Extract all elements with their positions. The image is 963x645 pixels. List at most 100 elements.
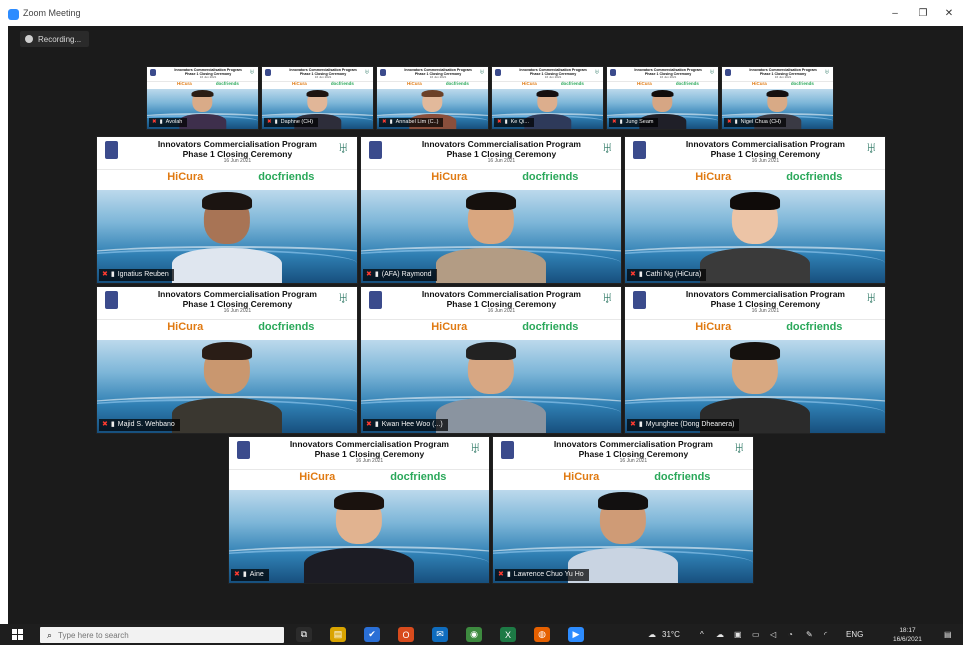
participant-video-tile[interactable]: ♅ Innovators Commercialisation Program Pha… bbox=[606, 66, 719, 130]
participant-video-tile[interactable]: ♅ Innovators Commercialisation Program Pha… bbox=[96, 286, 358, 434]
video-status-icon: ▮ bbox=[504, 119, 508, 125]
start-button[interactable] bbox=[0, 624, 34, 645]
hicura-logo: HiCura bbox=[431, 170, 468, 183]
program-emblem-icon: ♅ bbox=[824, 68, 830, 76]
minimize-button[interactable]: – bbox=[888, 8, 902, 19]
participant-name: Myunghee (Dong Dheanera) bbox=[645, 421, 735, 428]
slide-date: 16 Jun 2021 bbox=[429, 75, 447, 80]
file-explorer-icon[interactable]: ▤ bbox=[330, 627, 346, 642]
docfriends-logo: docfriends bbox=[215, 81, 239, 87]
firefox-icon[interactable]: ◍ bbox=[534, 627, 550, 642]
close-button[interactable]: ✕ bbox=[942, 8, 956, 19]
wifi-icon[interactable]: ◜ bbox=[824, 630, 827, 639]
hicura-logo: HiCura bbox=[406, 81, 422, 87]
participant-video-tile[interactable]: ♅ Innovators Commercialisation Program Pha… bbox=[721, 66, 834, 130]
tray-cloud-icon[interactable]: ☁ bbox=[716, 630, 724, 639]
participant-video-tile[interactable]: ♅ Innovators Commercialisation Program Pha… bbox=[360, 136, 622, 284]
participant-video-tile[interactable]: ♅ Innovators Commercialisation Program Pha… bbox=[360, 286, 622, 434]
organizer-logo-icon bbox=[104, 291, 118, 309]
docfriends-logo: docfriends bbox=[522, 320, 579, 333]
video-status-icon: ▮ bbox=[159, 119, 163, 125]
slide-headline: Innovators Commercialisation Program Phas… bbox=[677, 289, 854, 315]
participant-name: Ke Qi... bbox=[510, 119, 529, 125]
slide-headline: Innovators Commercialisation Program Phas… bbox=[631, 68, 704, 80]
docfriends-logo: docfriends bbox=[258, 320, 315, 333]
slide-headline: Innovators Commercialisation Program Phas… bbox=[677, 139, 854, 165]
restore-button[interactable]: ❐ bbox=[916, 8, 930, 19]
hicura-logo: HiCura bbox=[563, 470, 600, 483]
program-emblem-icon: ♅ bbox=[733, 440, 746, 458]
docfriends-logo: docfriends bbox=[522, 170, 579, 183]
program-emblem-icon: ♅ bbox=[601, 140, 614, 158]
participant-video-tile[interactable]: ♅ Innovators Commercialisation Program Pha… bbox=[492, 436, 754, 584]
participant-name: Avolah bbox=[165, 119, 183, 125]
participant-video-tile[interactable]: ♅ Innovators Commercialisation Program Pha… bbox=[376, 66, 489, 130]
participant-video bbox=[435, 335, 547, 433]
muted-mic-icon: ✖ bbox=[727, 119, 732, 125]
participant-name: Cathi Ng (HiCura) bbox=[645, 271, 702, 278]
participant-name-label: ✖ ▮ Avolah bbox=[149, 118, 188, 127]
battery-icon[interactable]: ▭ bbox=[752, 630, 760, 639]
participant-video-tile[interactable]: ♅ Innovators Commercialisation Program Pha… bbox=[624, 286, 886, 434]
task-view-icon[interactable]: ⧉ bbox=[296, 627, 312, 642]
docfriends-logo: docfriends bbox=[560, 81, 584, 87]
clock-date: 16/6/2021 bbox=[893, 636, 922, 643]
slide-date: 16 Jun 2021 bbox=[223, 308, 252, 315]
notifications-icon[interactable]: ▤ bbox=[944, 630, 952, 639]
taskbar-clock[interactable]: 18:17 16/6/2021 bbox=[893, 626, 922, 644]
windows-taskbar: ⌕ ⧉ ▤ ✔ O ✉ ◉ X ◍ ▶ ☁ 31°C ^ ☁ ▣ ▭ ◁ ◔ ✎ ◜ ENG 1… bbox=[0, 624, 963, 645]
participant-video-tile[interactable]: ♅ Innovators Commercialisation Program Pha… bbox=[228, 436, 490, 584]
participant-video-tile[interactable]: ♅ Innovators Commercialisation Program Pha… bbox=[261, 66, 374, 130]
program-emblem-icon: ♅ bbox=[337, 140, 350, 158]
slide-headline: Innovators Commercialisation Program Phas… bbox=[545, 439, 722, 465]
video-status-icon: ▮ bbox=[374, 271, 379, 278]
slide-headline: Innovators Commercialisation Program Phas… bbox=[171, 68, 244, 80]
participant-name-label: ✖ ▮ Lawrence Chuo Yu Ho bbox=[495, 569, 589, 581]
docfriends-logo: docfriends bbox=[786, 170, 843, 183]
participant-name: Lawrence Chuo Yu Ho bbox=[513, 571, 584, 578]
docfriends-logo: docfriends bbox=[790, 81, 814, 87]
tray-chevron-icon[interactable]: ^ bbox=[700, 630, 704, 639]
search-input[interactable] bbox=[58, 630, 259, 640]
participant-name-label: ✖ ▮ (AFA) Raymond bbox=[363, 269, 437, 281]
keyboard-language[interactable]: ENG bbox=[846, 630, 863, 639]
pen-icon[interactable]: ✎ bbox=[806, 630, 813, 639]
participant-video-tile[interactable]: ♅ Innovators Commercialisation Program Pha… bbox=[491, 66, 604, 130]
taskbar-search[interactable]: ⌕ bbox=[40, 627, 284, 643]
weather-temp[interactable]: 31°C bbox=[662, 630, 680, 639]
chrome-icon[interactable]: ◉ bbox=[466, 627, 482, 642]
slide-date: 16 Jun 2021 bbox=[355, 458, 384, 465]
organizer-logo-icon bbox=[632, 291, 646, 309]
slide-date: 16 Jun 2021 bbox=[751, 158, 780, 165]
participant-video-tile[interactable]: ♅ Innovators Commercialisation Program Pha… bbox=[624, 136, 886, 284]
organizer-logo-icon bbox=[150, 68, 156, 77]
muted-mic-icon: ✖ bbox=[382, 119, 387, 125]
zoom-icon[interactable]: ▶ bbox=[568, 627, 584, 642]
volume-icon[interactable]: ◁ bbox=[770, 630, 776, 639]
tray-teams-icon[interactable]: ▣ bbox=[734, 630, 742, 639]
organizer-logo-icon bbox=[632, 141, 646, 159]
muted-mic-icon: ✖ bbox=[234, 571, 240, 578]
organizer-logo-icon bbox=[104, 141, 118, 159]
slide-headline: Innovators Commercialisation Program Phas… bbox=[516, 68, 589, 80]
participant-video-tile[interactable]: ♅ Innovators Commercialisation Program Pha… bbox=[96, 136, 358, 284]
office-icon[interactable]: O bbox=[398, 627, 414, 642]
weather-icon[interactable]: ☁ bbox=[648, 630, 656, 639]
recording-indicator[interactable]: Recording... bbox=[20, 31, 90, 47]
network-icon[interactable]: ◔ bbox=[788, 630, 793, 639]
slide-date: 16 Jun 2021 bbox=[223, 158, 252, 165]
excel-icon[interactable]: X bbox=[500, 627, 516, 642]
organizer-logo-icon bbox=[368, 141, 382, 159]
program-emblem-icon: ♅ bbox=[594, 68, 600, 76]
outlook-icon[interactable]: ✉ bbox=[432, 627, 448, 642]
video-status-icon: ▮ bbox=[734, 119, 738, 125]
participant-video-tile[interactable]: ♅ Innovators Commercialisation Program Pha… bbox=[146, 66, 259, 130]
participant-name-label: ✖ ▮ Annabel Lim (C..) bbox=[379, 118, 444, 127]
participant-name-label: ✖ ▮ Nigel Chua (CH) bbox=[724, 118, 786, 127]
docfriends-logo: docfriends bbox=[258, 170, 315, 183]
todo-icon[interactable]: ✔ bbox=[364, 627, 380, 642]
video-status-icon: ▮ bbox=[374, 421, 379, 428]
slide-date: 16 Jun 2021 bbox=[487, 158, 516, 165]
muted-mic-icon: ✖ bbox=[152, 119, 157, 125]
muted-mic-icon: ✖ bbox=[267, 119, 272, 125]
